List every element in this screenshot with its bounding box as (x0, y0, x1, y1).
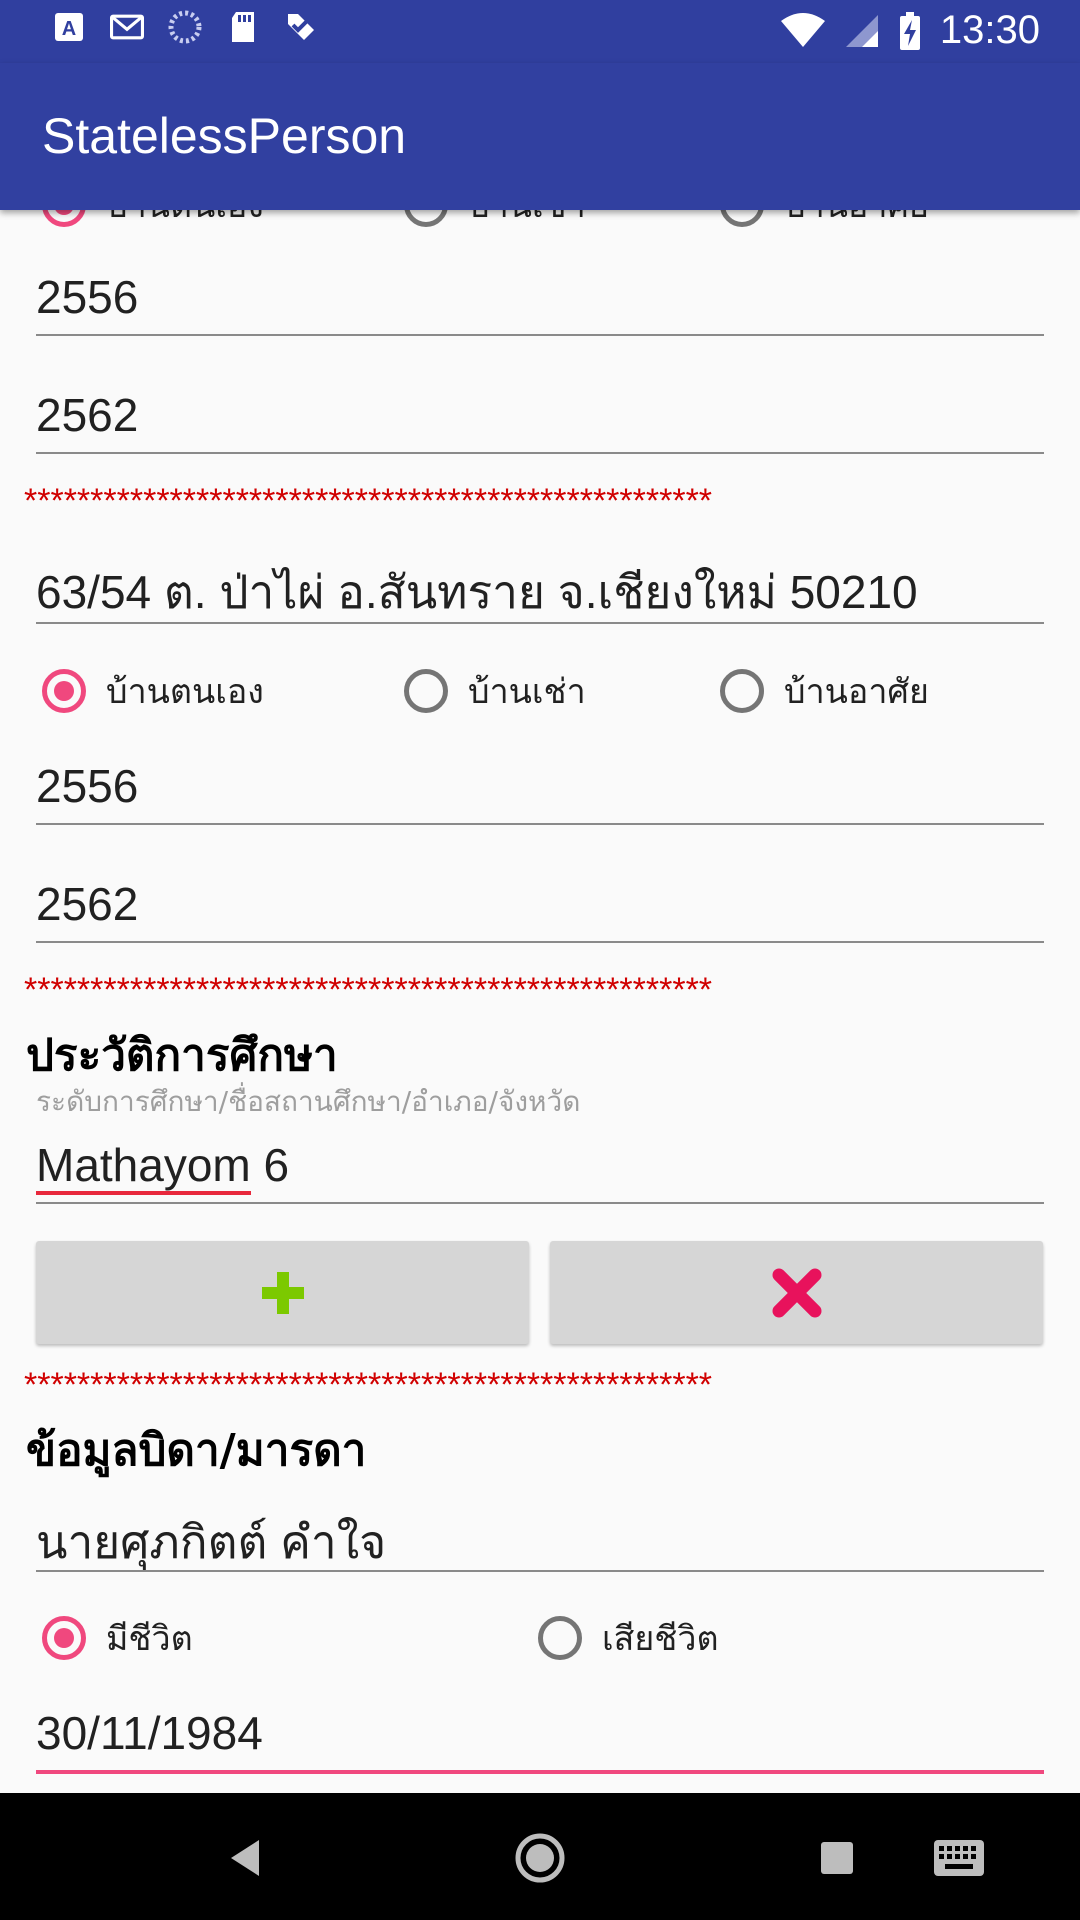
remove-education-button[interactable] (550, 1241, 1043, 1344)
add-education-button[interactable] (36, 1241, 529, 1344)
radio-circle (538, 1616, 582, 1660)
year-to-value: 2562 (36, 877, 1044, 931)
back-button[interactable] (210, 1823, 280, 1893)
app-title: StatelessPerson (42, 107, 406, 165)
parents-heading: ข้อมูลบิดา/มารดา (26, 1415, 366, 1485)
year-from-value: 2556 (36, 270, 1044, 324)
education-field[interactable]: Mathayom 6 (36, 1138, 1044, 1206)
a-box-icon: A (52, 10, 86, 44)
spellcheck-word: Mathayom (36, 1139, 251, 1195)
year-to-field-1[interactable]: 2562 (36, 388, 1044, 454)
signal-icon (844, 13, 880, 49)
year-to-value: 2562 (36, 388, 1044, 442)
check-tag-icon (284, 10, 318, 44)
radio-label: บ้านตนเอง (106, 664, 264, 718)
radio-circle (42, 1616, 86, 1660)
home-button[interactable] (505, 1823, 575, 1893)
app-bar: StatelessPerson (0, 63, 1080, 210)
close-icon (769, 1265, 825, 1321)
navigation-bar (0, 1793, 1080, 1920)
notification-icons: A (52, 10, 318, 44)
address-value: 63/54 ต. ป่าไผ่ อ.สันทราย จ.เชียงใหม่ 50… (36, 556, 1044, 629)
gmail-icon (110, 10, 144, 44)
recents-icon (819, 1840, 855, 1876)
field-underline (36, 334, 1044, 336)
field-underline (36, 1570, 1044, 1572)
keyboard-button[interactable] (924, 1823, 994, 1893)
radio-label: บ้านเช่า (468, 664, 586, 718)
radio-circle (404, 669, 448, 713)
clock: 13:30 (940, 8, 1040, 53)
radio-alive[interactable]: มีชีวิต (42, 1611, 193, 1665)
year-from-value: 2556 (36, 759, 1044, 813)
field-underline-focused (36, 1770, 1044, 1774)
field-underline (36, 823, 1044, 825)
plus-icon (258, 1268, 308, 1318)
parent-name-value: นายศุภกิตต์ คำใจ (36, 1506, 1044, 1579)
radio-circle (720, 669, 764, 713)
svg-text:A: A (62, 18, 76, 40)
education-value-rest: 6 (251, 1139, 289, 1191)
keyboard-icon (933, 1839, 985, 1877)
wifi-icon (780, 13, 826, 49)
battery-charging-icon (898, 12, 922, 50)
spinner-icon (168, 10, 202, 44)
section-separator: ****************************************… (24, 971, 924, 1010)
radio-circle (42, 669, 86, 713)
field-underline (36, 452, 1044, 454)
radio-label: เสียชีวิต (602, 1611, 719, 1665)
recents-button[interactable] (802, 1823, 872, 1893)
year-from-field-2[interactable]: 2556 (36, 759, 1044, 825)
year-from-field-1[interactable]: 2556 (36, 270, 1044, 336)
field-underline (36, 1202, 1044, 1204)
radio-label: บ้านอาศัย (784, 664, 929, 718)
back-icon (227, 1838, 263, 1878)
field-underline (36, 941, 1044, 943)
sd-card-icon (226, 10, 260, 44)
education-hint: ระดับการศึกษา/ชื่อสถานศึกษา/อำเภอ/จังหวั… (36, 1080, 580, 1124)
radio-label: มีชีวิต (106, 1611, 193, 1665)
radio-staying-house-2[interactable]: บ้านอาศัย (720, 664, 929, 718)
radio-deceased[interactable]: เสียชีวิต (538, 1611, 719, 1665)
status-right: 13:30 (780, 8, 1040, 53)
home-icon (514, 1832, 566, 1884)
radio-own-house-2[interactable]: บ้านตนเอง (42, 664, 264, 718)
birth-date-field[interactable]: 30/11/1984 (36, 1706, 1044, 1776)
address-field[interactable]: 63/54 ต. ป่าไผ่ อ.สันทราย จ.เชียงใหม่ 50… (36, 556, 1044, 626)
section-separator: ****************************************… (24, 1366, 924, 1405)
field-underline (36, 622, 1044, 624)
status-bar: A 13:30 (0, 0, 1080, 63)
radio-rented-house-2[interactable]: บ้านเช่า (404, 664, 586, 718)
birth-date-value: 30/11/1984 (36, 1706, 1044, 1760)
education-value: Mathayom 6 (36, 1138, 1044, 1192)
form-scroll-view[interactable]: บ้านตนเอง บ้านเช่า บ้านอาศัย 2556 2562 *… (0, 0, 1080, 1793)
year-to-field-2[interactable]: 2562 (36, 877, 1044, 943)
parent-name-field[interactable]: นายศุภกิตต์ คำใจ (36, 1506, 1044, 1572)
section-separator: ****************************************… (24, 482, 924, 521)
